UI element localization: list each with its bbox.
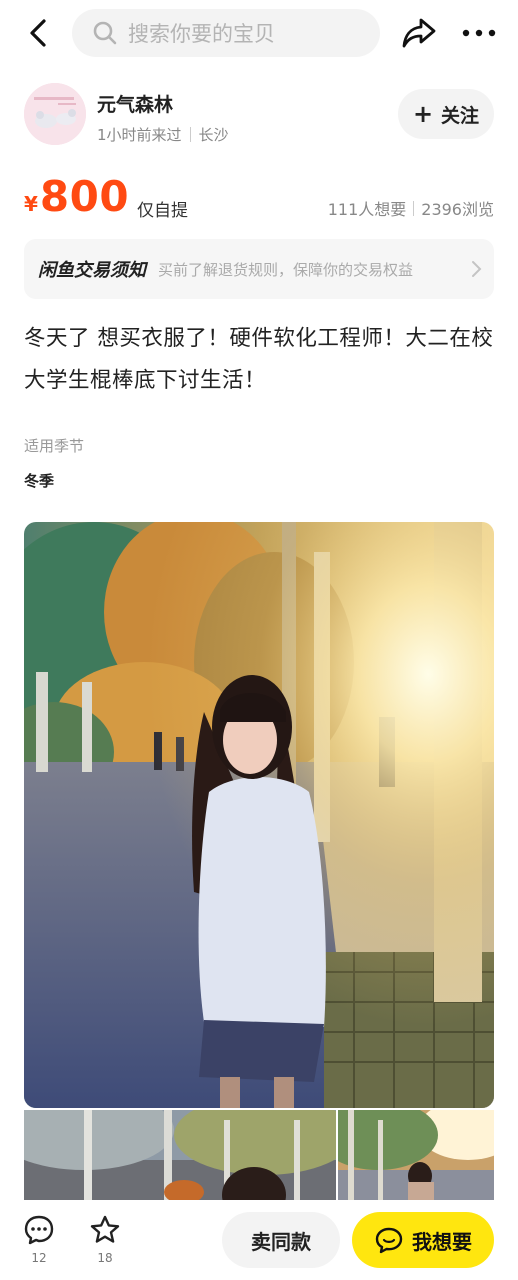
want-label: 我想要	[412, 1229, 472, 1254]
item-photo-thumbnail[interactable]	[24, 1110, 336, 1200]
bottom-action-bar: 12 18 卖同款 我想要	[0, 1200, 518, 1280]
comment-icon	[24, 1215, 54, 1245]
attribute-label: 适用季节	[24, 437, 85, 455]
sell-same-label: 卖同款	[251, 1229, 311, 1254]
view-count: 2396浏览	[421, 200, 494, 219]
item-stats: 111人想要 2396浏览	[328, 196, 494, 220]
chat-bubble-icon	[375, 1227, 403, 1254]
item-description: 冬天了 想买衣服了！硬件软化工程师！大二在校大学生棍棒底下讨生活！	[24, 326, 494, 393]
search-bar[interactable]: 搜索你要的宝贝	[72, 9, 380, 57]
notice-title: 闲鱼交易须知	[38, 260, 146, 281]
sell-same-button[interactable]: 卖同款	[222, 1212, 340, 1268]
search-icon	[93, 21, 117, 45]
want-count: 111人想要	[327, 200, 407, 219]
item-photo-thumbnail[interactable]	[338, 1110, 494, 1200]
seller-location: 长沙	[198, 126, 229, 144]
top-bar: 搜索你要的宝贝	[0, 0, 518, 66]
divider	[189, 127, 191, 142]
seller-last-seen: 1小时前来过	[97, 126, 182, 144]
favorite-button[interactable]: 18	[87, 1214, 123, 1265]
seller-avatar[interactable]	[24, 83, 86, 145]
comment-count: 12	[31, 1251, 47, 1265]
favorite-count: 18	[97, 1251, 113, 1265]
back-arrow-icon[interactable]	[22, 16, 56, 50]
seller-meta: 1小时前来过 长沙	[97, 124, 229, 145]
star-icon	[90, 1215, 120, 1243]
search-placeholder: 搜索你要的宝贝	[128, 22, 275, 46]
item-photo-main[interactable]	[24, 522, 494, 1108]
price-amount: 800	[39, 172, 130, 221]
notice-text: 买前了解退货规则，保障你的交易权益	[158, 260, 414, 279]
trade-notice-banner[interactable]: 闲鱼交易须知 买前了解退货规则，保障你的交易权益	[24, 239, 494, 299]
seller-name[interactable]: 元气森林	[97, 90, 173, 117]
delivery-method: 仅自提	[137, 201, 188, 221]
want-button[interactable]: 我想要	[352, 1212, 494, 1268]
more-icon[interactable]	[460, 20, 498, 46]
attribute-value: 冬季	[24, 472, 55, 490]
comment-button[interactable]: 12	[21, 1214, 57, 1265]
follow-button[interactable]: + 关注	[398, 89, 494, 139]
divider	[413, 200, 415, 216]
share-icon[interactable]	[400, 15, 438, 51]
plus-icon: +	[412, 100, 434, 128]
chevron-right-icon	[472, 261, 482, 277]
follow-label: 关注	[441, 104, 480, 127]
currency-symbol: ¥	[24, 192, 38, 216]
price: ¥ 800	[24, 172, 129, 221]
